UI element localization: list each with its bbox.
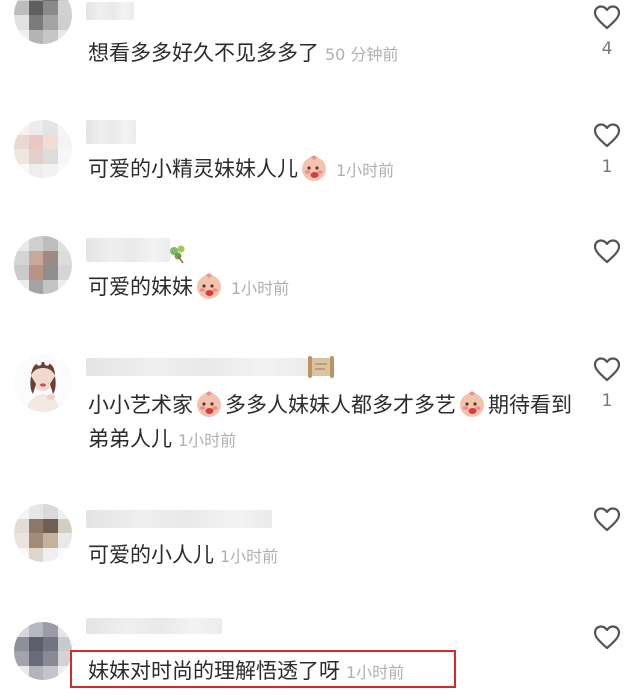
timestamp: 1小时前 [336,161,395,180]
comment-text: 可爱的小人儿 1小时前 [88,538,278,574]
username[interactable] [86,238,170,262]
comment-body: 小小艺术家 [88,393,193,417]
timestamp: 50 分钟前 [325,45,399,64]
avatar[interactable] [14,0,72,44]
timestamp: 1小时前 [178,431,237,450]
like-button[interactable]: 4 [590,4,624,58]
comment-text: 小小艺术家 多多人妹妹人都多才多艺 期待看到弟弟人儿 1小时前 [88,388,578,458]
shy-face-emoji [197,391,221,417]
comment-body: 可爱的妹妹 [88,275,193,299]
comment-body: 多多人妹妹人都多才多艺 [225,393,456,417]
like-button[interactable] [590,506,624,542]
comment-text: 想看多多好久不见多多了 50 分钟前 [88,36,398,72]
username[interactable] [86,2,134,20]
shy-face-emoji [460,391,484,417]
comment-body: 想看多多好久不见多多了 [88,41,319,65]
username[interactable] [86,120,136,144]
like-button[interactable]: 1 [590,356,624,410]
like-button[interactable] [590,238,624,274]
scroll-sticker-icon [308,356,334,378]
avatar[interactable] [14,354,72,412]
like-button[interactable]: 1 [590,122,624,176]
username[interactable] [86,358,308,376]
heart-outline-icon[interactable] [593,238,621,264]
username[interactable] [86,618,222,634]
comment-text: 可爱的小精灵妹妹人儿 1小时前 [88,152,394,188]
shy-face-emoji [197,273,221,299]
like-count: 4 [601,39,613,59]
comment-text: 可爱的妹妹 1小时前 [88,270,289,306]
comment-list: 想看多多好久不见多多了 50 分钟前 4 可爱的小精灵妹妹人儿 1小时前 1 可… [0,0,640,699]
avatar[interactable] [14,504,72,562]
leaf-sticker-icon [170,245,185,264]
timestamp: 1小时前 [231,279,290,298]
heart-outline-icon[interactable] [593,624,621,650]
heart-outline-icon[interactable] [593,122,621,148]
highlight-box [70,650,456,688]
comment-body: 可爱的小人儿 [88,543,214,567]
comment-body: 可爱的小精灵妹妹人儿 [88,157,298,181]
username[interactable] [86,510,272,528]
heart-outline-icon[interactable] [593,356,621,382]
timestamp: 1小时前 [220,547,279,566]
user-photo-icon [26,360,60,412]
avatar[interactable] [14,120,72,178]
avatar[interactable] [14,622,72,680]
like-button[interactable] [590,624,624,660]
heart-outline-icon[interactable] [593,506,621,532]
avatar[interactable] [14,236,72,294]
heart-outline-icon[interactable] [593,4,621,30]
like-count: 1 [601,157,613,177]
like-count: 1 [601,391,613,411]
shy-face-emoji [302,155,326,181]
